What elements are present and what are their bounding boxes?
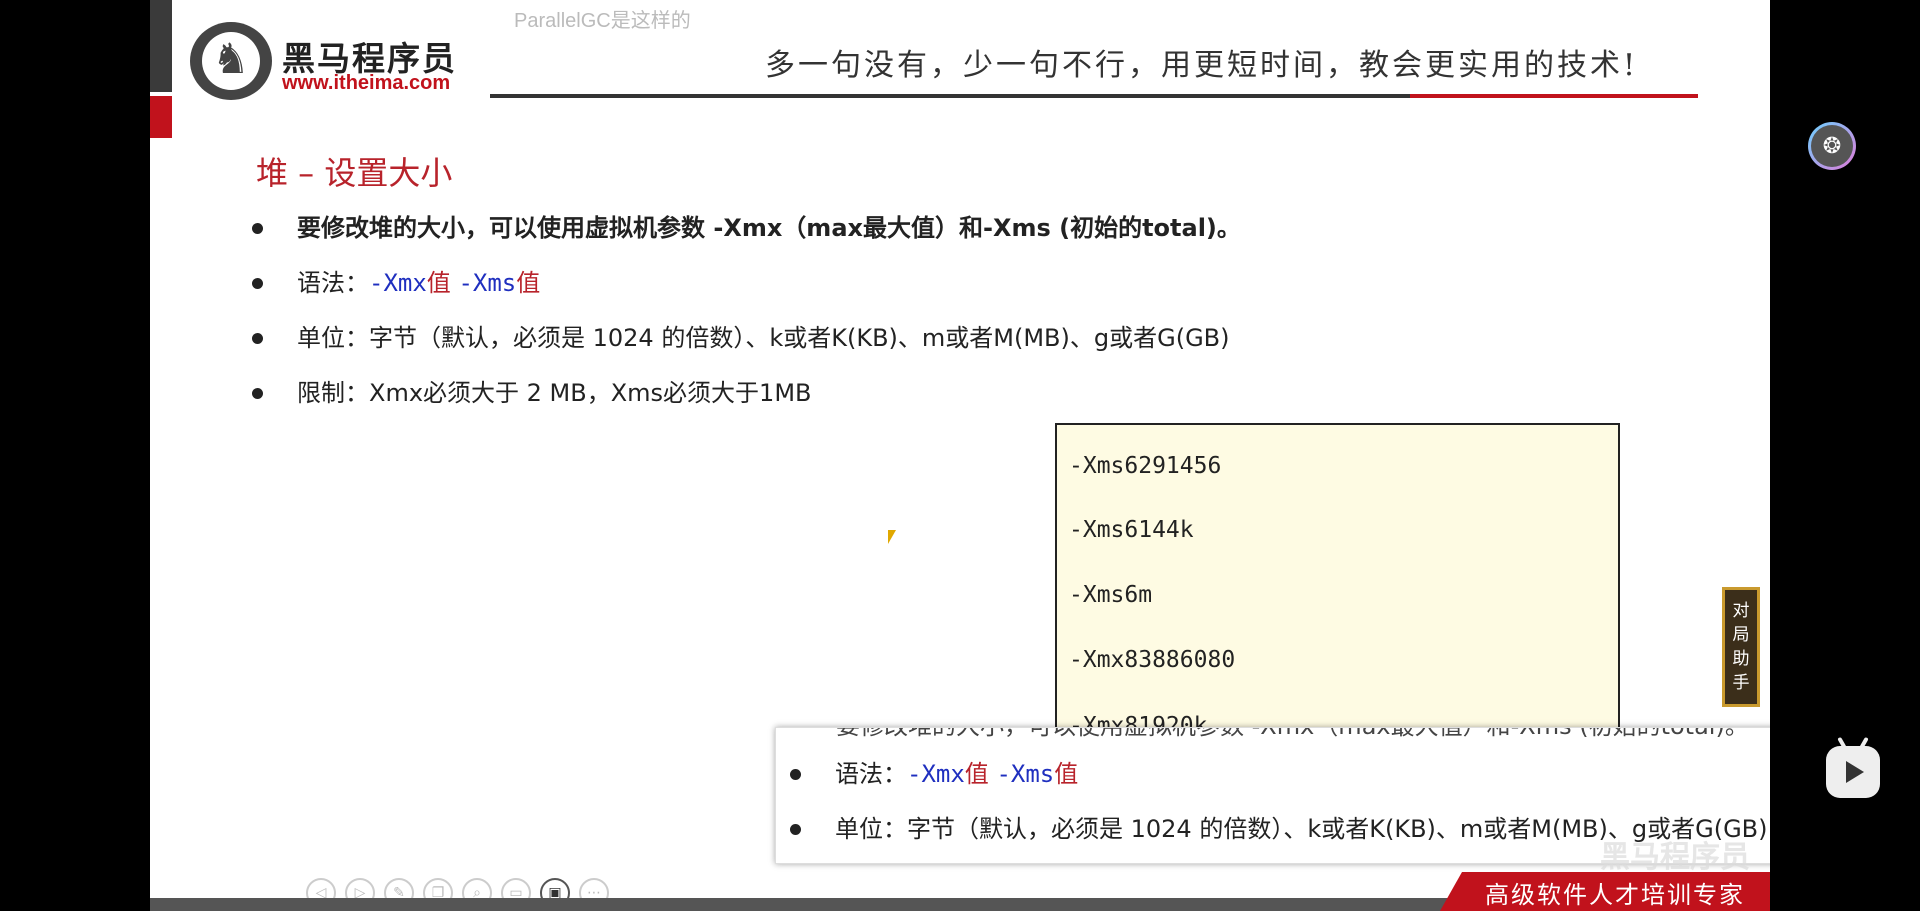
- code-line: -Xms6144k: [1069, 517, 1194, 543]
- bullet-text: 要修改堆的大小，可以使用虚拟机参数 -Xmx（max最大值）和-Xms (初始的…: [297, 214, 1241, 242]
- syntax-xms: -Xms: [996, 760, 1055, 788]
- slide-title: 堆 – 设置大小: [256, 154, 453, 192]
- watermark: 黑马程序员: [1600, 840, 1750, 875]
- bullet-dot: [252, 223, 263, 234]
- slogan: 多一句没有，少一句不行，用更短时间，教会更实用的技术!: [765, 48, 1639, 83]
- slide-corner-bar: [150, 0, 172, 92]
- bullet-item: 单位：字节（默认，必须是 1024 的倍数）、k或者K(KB)、m或者M(MB)…: [250, 318, 1241, 373]
- bullet-dot: [252, 278, 263, 289]
- side-tab-char: 对: [1732, 601, 1750, 621]
- code-line: -Xms6291456: [1069, 453, 1222, 479]
- logo-url: www.itheima.com: [282, 72, 451, 94]
- bullet-dot: [252, 388, 263, 399]
- side-assistant-tab[interactable]: 对 局 助 手: [1722, 587, 1760, 707]
- bullet-text: 单位：字节（默认，必须是 1024 的倍数）、k或者K(KB)、m或者M(MB)…: [297, 324, 1230, 352]
- bullet-item: 语法：-Xmx值 -Xms值: [250, 263, 1241, 318]
- play-icon: [1846, 761, 1864, 783]
- overlay-cut-text: 要修改堆的大小，可以使用虚拟机参数 -Xmx（max最大值）和-Xms (初始的…: [836, 728, 1749, 741]
- tv-antenna-right: [1859, 736, 1869, 750]
- horse-logo-icon: ♞: [190, 22, 272, 100]
- tv-antenna-left: [1837, 736, 1847, 750]
- syntax-xmx-value: 值: [426, 269, 451, 297]
- slide-corner-accent: [150, 96, 172, 138]
- syntax-xmx: -Xmx: [369, 269, 427, 297]
- code-example-box: -Xms6291456 -Xms6144k -Xms6m -Xmx8388608…: [1055, 423, 1620, 763]
- bullet-prefix: 语法：: [835, 760, 907, 788]
- syntax-xms-value: 值: [1054, 760, 1079, 788]
- subtitle-caption: ParallelGC是这样的: [514, 10, 691, 32]
- overlay-bullet: 语法：-Xmx值 -Xms值: [788, 754, 1078, 809]
- bullet-dot: [790, 769, 801, 780]
- bullet-list: 要修改堆的大小，可以使用虚拟机参数 -Xmx（max最大值）和-Xms (初始的…: [250, 208, 1241, 428]
- bullet-dot: [252, 333, 263, 344]
- syntax-xms-value: 值: [516, 269, 541, 297]
- bullet-dot: [790, 824, 801, 835]
- side-tab-char: 手: [1732, 673, 1750, 693]
- header-divider-accent: [1410, 94, 1698, 98]
- mouse-cursor-icon: [888, 530, 896, 544]
- bullet-item: 要修改堆的大小，可以使用虚拟机参数 -Xmx（max最大值）和-Xms (初始的…: [250, 208, 1241, 263]
- side-tab-char: 局: [1732, 625, 1750, 645]
- floating-assistant-icon[interactable]: ❂: [1808, 122, 1856, 170]
- bullet-text: 限制：Xmx必须大于 2 MB，Xms必须大于1MB: [297, 379, 812, 407]
- footer-slogan: 高级软件人才培训专家: [1485, 881, 1745, 909]
- logo-icon: ❂: [1811, 125, 1853, 167]
- slide: ♞ 黑马程序员 www.itheima.com ParallelGC是这样的 多…: [150, 0, 1770, 911]
- bullet-prefix: 语法：: [297, 269, 369, 297]
- itheima-logo: ♞ 黑马程序员 www.itheima.com: [190, 22, 490, 102]
- code-line: -Xmx83886080: [1069, 647, 1236, 673]
- side-tab-char: 助: [1732, 649, 1750, 669]
- syntax-xmx: -Xmx: [907, 760, 965, 788]
- play-button[interactable]: [1826, 736, 1880, 798]
- syntax-xms: -Xms: [458, 269, 517, 297]
- video-player: ♞ 黑马程序员 www.itheima.com ParallelGC是这样的 多…: [0, 0, 1920, 911]
- code-line: -Xms6m: [1069, 582, 1153, 608]
- syntax-xmx-value: 值: [964, 760, 989, 788]
- bullet-item: 限制：Xmx必须大于 2 MB，Xms必须大于1MB: [250, 373, 1241, 428]
